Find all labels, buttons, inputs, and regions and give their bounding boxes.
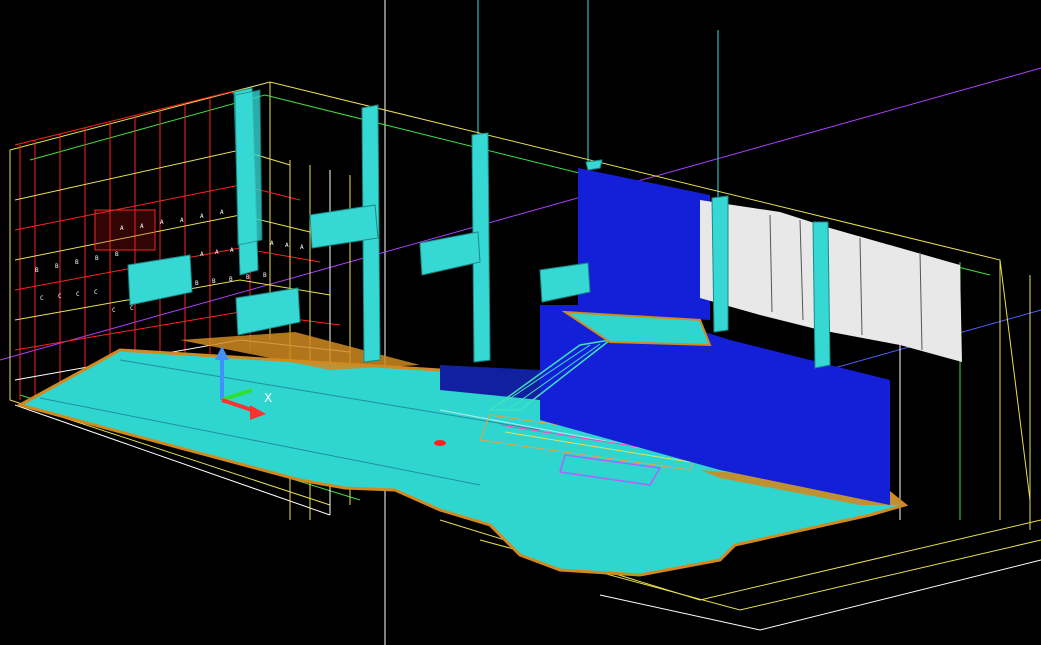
beam-2: [419, 231, 481, 276]
seat-label-row-b-8: B: [229, 276, 233, 283]
seat-label-row-c-6: C: [130, 305, 134, 312]
seat-label-row-b-10: B: [263, 272, 267, 279]
seat-label-row-b-9: B: [246, 274, 250, 281]
seat-label-row-a-11: A: [215, 249, 219, 256]
column-1-back: [234, 89, 263, 246]
seat-label-row-a-2: A: [140, 223, 144, 230]
seat-label-row-a-10: A: [200, 251, 204, 258]
seat-label-row-a-1: A: [120, 225, 124, 232]
curved-wall[interactable]: [700, 200, 962, 362]
seat-label-row-a-8: A: [285, 242, 289, 249]
seat-label-row-b-2: B: [55, 263, 59, 270]
ucs-x-label: X: [264, 391, 272, 405]
seat-label-row-a-9: A: [300, 244, 304, 251]
seat-label-row-b-5: B: [115, 251, 119, 258]
seat-label-row-c-1: C: [40, 295, 44, 302]
seat-label-row-c-5: C: [112, 307, 116, 314]
seat-label-row-b-7: B: [212, 278, 216, 285]
seat-label-row-b-1: B: [35, 267, 39, 274]
seat-label-row-a-5: A: [200, 213, 204, 220]
seat-label-row-b-4: B: [95, 255, 99, 262]
seat-label-row-c-3: C: [76, 291, 80, 298]
seat-label-row-a-4: A: [180, 217, 184, 224]
seat-label-row-a-12: A: [230, 247, 234, 254]
column-4-top: [585, 159, 603, 171]
seat-label-row-b-3: B: [75, 259, 79, 266]
seat-label-row-b-6: B: [195, 280, 199, 287]
seat-label-row-a-6: A: [220, 209, 224, 216]
seat-label-row-c-2: C: [58, 293, 62, 300]
column-6: [812, 221, 831, 369]
cad-3d-viewport[interactable]: A A A A A A A A A A A A B B B B B B B B …: [0, 0, 1041, 645]
wireframe-scene[interactable]: A A A A A A A A A A A A B B B B B B B B …: [0, 0, 1041, 645]
column-5: [711, 195, 729, 333]
curved-wall-panel: [700, 200, 962, 362]
beam-3: [127, 254, 193, 306]
seat-label-row-c-4: C: [94, 289, 98, 296]
seat-label-row-a-3: A: [160, 219, 164, 226]
location-marker-icon[interactable]: [434, 440, 446, 446]
seat-label-row-a-7: A: [270, 240, 274, 247]
columns[interactable]: [127, 87, 831, 369]
